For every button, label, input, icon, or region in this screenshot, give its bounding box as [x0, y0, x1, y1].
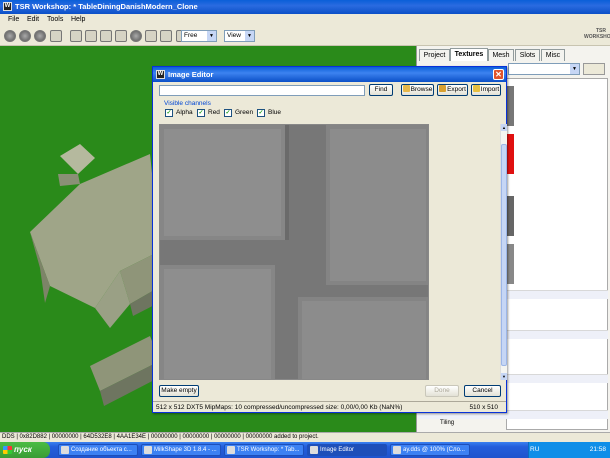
- texture-select[interactable]: ▼: [508, 63, 580, 75]
- menu-edit[interactable]: Edit: [27, 16, 39, 23]
- texture-image: [160, 125, 428, 379]
- tab-slots[interactable]: Slots: [515, 49, 540, 61]
- task-button[interactable]: MilkShape 3D 1.8.4 - ...: [141, 444, 221, 456]
- dialog-title: Image Editor: [168, 70, 214, 79]
- texture-preview[interactable]: [159, 124, 429, 380]
- milkshape-icon: [144, 446, 152, 454]
- browse-button[interactable]: Browse: [401, 84, 434, 96]
- tab-project[interactable]: Project: [419, 49, 450, 61]
- texture-info: 512 x 512 DXT5 MipMaps: 10 compressed/un…: [156, 404, 403, 411]
- tsr-icon: [227, 446, 235, 454]
- import-button[interactable]: Import: [471, 84, 501, 96]
- window-title: TSR Workshop: * TableDiningDanishModern_…: [15, 2, 198, 11]
- status-bar: DDS | 0x82D882 | 00000000 | 64D532E8 | 4…: [0, 432, 610, 442]
- shaded-view-icon[interactable]: [19, 30, 31, 42]
- diamond-icon[interactable]: [50, 30, 62, 42]
- scroll-up-icon[interactable]: ▲: [501, 124, 507, 131]
- dialog-status-bar: 512 x 512 DXT5 MipMaps: 10 compressed/un…: [153, 401, 506, 413]
- visible-channels-label: Visible channels: [164, 100, 211, 107]
- image-editor-dialog: W Image Editor ✕ Find Browse Export Impo…: [152, 66, 507, 413]
- red-label: Red: [208, 109, 220, 116]
- find-input[interactable]: [159, 85, 365, 96]
- blue-label: Blue: [268, 109, 282, 116]
- import-icon: [472, 85, 480, 92]
- clock: 21:58: [589, 446, 606, 453]
- menu-help[interactable]: Help: [71, 16, 85, 23]
- tsr-app-icon: W: [3, 2, 12, 11]
- green-label: Green: [235, 109, 254, 116]
- dialog-titlebar[interactable]: W Image Editor ✕: [153, 67, 506, 82]
- wire-view-icon[interactable]: [34, 30, 46, 42]
- scroll-thumb[interactable]: [501, 144, 507, 366]
- folder-icon: [402, 85, 410, 92]
- alpha-label: Alpha: [176, 109, 193, 116]
- alpha-checkbox[interactable]: ✓: [165, 109, 173, 117]
- param-label: Tiling: [440, 420, 455, 426]
- view-value: View: [227, 32, 241, 39]
- texture-swatch-mid[interactable]: [506, 244, 514, 284]
- cancel-button[interactable]: Cancel: [464, 385, 501, 397]
- tsr-workshop-logo: TSR WORKSHOP: [584, 28, 610, 40]
- green-checkbox[interactable]: ✓: [224, 109, 232, 117]
- menubar: File Edit Tools Help: [0, 14, 610, 26]
- red-checkbox[interactable]: ✓: [197, 109, 205, 117]
- chevron-down-icon: ▼: [570, 64, 579, 74]
- toolbar: Free ▼ View ▼: [0, 26, 610, 46]
- texture-swatch-red[interactable]: [506, 134, 514, 174]
- done-button[interactable]: Done: [425, 385, 459, 397]
- vertical-scrollbar[interactable]: ▲ ▼: [500, 124, 507, 380]
- menu-file[interactable]: File: [8, 16, 19, 23]
- task-button-active[interactable]: Image Editor: [307, 444, 387, 456]
- tab-mesh[interactable]: Mesh: [488, 49, 514, 61]
- picture-icon[interactable]: [100, 30, 112, 42]
- grid-icon[interactable]: [70, 30, 82, 42]
- browser-icon: [61, 446, 69, 454]
- scroll-down-icon[interactable]: ▼: [501, 373, 507, 380]
- start-label: пуск: [14, 445, 32, 454]
- frame-icon[interactable]: [115, 30, 127, 42]
- blue-checkbox[interactable]: ✓: [257, 109, 265, 117]
- camera-mode-select[interactable]: Free ▼: [181, 30, 217, 42]
- task-button[interactable]: Создание объекта с...: [58, 444, 138, 456]
- photoshop-icon: [393, 446, 401, 454]
- taskbar: пуск Создание объекта с... MilkShape 3D …: [0, 442, 610, 458]
- red-tool-icon[interactable]: [160, 30, 172, 42]
- chevron-down-icon: ▼: [245, 31, 254, 41]
- menu-tools[interactable]: Tools: [47, 16, 63, 23]
- sphere-view-icon[interactable]: [4, 30, 16, 42]
- room-icon[interactable]: [85, 30, 97, 42]
- system-tray: 21:58: [528, 442, 610, 458]
- tsr-app-icon: W: [156, 70, 165, 79]
- export-button[interactable]: Export: [437, 84, 468, 96]
- tab-textures[interactable]: Textures: [450, 48, 488, 61]
- tab-misc[interactable]: Misc: [541, 49, 565, 61]
- make-empty-button[interactable]: Make empty: [159, 385, 199, 397]
- camera-mode-value: Free: [184, 32, 198, 39]
- camera-icon[interactable]: [145, 30, 157, 42]
- language-indicator[interactable]: RU: [530, 446, 539, 453]
- windows-flag-icon: [3, 446, 12, 454]
- light-icon[interactable]: [130, 30, 142, 42]
- close-button[interactable]: ✕: [493, 69, 504, 80]
- tsr-icon: [310, 446, 318, 454]
- start-button[interactable]: пуск: [0, 442, 50, 458]
- main-titlebar[interactable]: W TSR Workshop: * TableDiningDanishModer…: [0, 0, 610, 14]
- texture-size: 510 x 510: [469, 404, 498, 411]
- task-button[interactable]: TSR Workshop: * Tab...: [224, 444, 304, 456]
- close-icon: ✕: [495, 70, 502, 79]
- chevron-down-icon: ▼: [207, 31, 216, 41]
- find-button[interactable]: Find: [369, 84, 393, 96]
- preview-background: [429, 124, 500, 380]
- export-icon: [439, 85, 447, 92]
- texture-swatch-dark[interactable]: [506, 196, 514, 236]
- texture-swatch-gray[interactable]: [506, 86, 514, 126]
- folder-button[interactable]: [583, 63, 605, 75]
- task-button[interactable]: ay.dds @ 100% (Сло...: [390, 444, 470, 456]
- view-select[interactable]: View ▼: [224, 30, 255, 42]
